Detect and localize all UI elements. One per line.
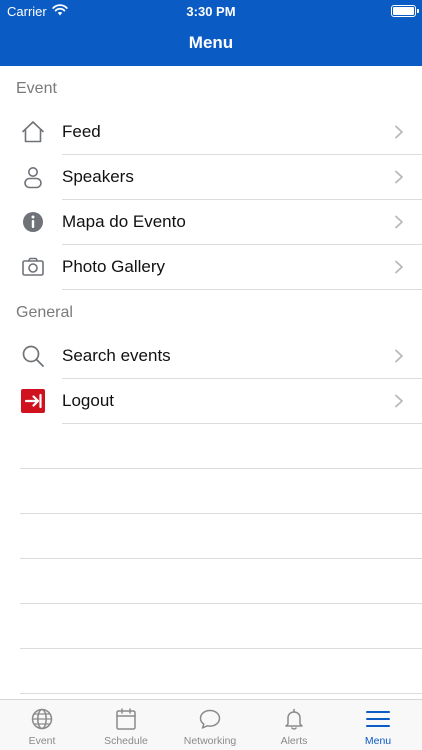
menu-item-label: Speakers: [62, 167, 134, 186]
info-icon: [23, 212, 43, 232]
tab-label: Alerts: [280, 735, 308, 747]
menu-item-search-events[interactable]: Search events: [0, 334, 422, 379]
empty-row-divider: [20, 603, 422, 604]
chevron-right-icon: [395, 394, 403, 408]
empty-row-divider: [20, 558, 422, 559]
menu-item-label: Photo Gallery: [62, 257, 165, 276]
menu-item-label: Feed: [62, 122, 101, 141]
tab-label: Menu: [364, 735, 392, 747]
page-title: Menu: [188, 33, 234, 52]
tab-menu[interactable]: Menu: [336, 700, 420, 750]
menu-item-label: Logout: [62, 391, 114, 410]
chevron-right-icon: [395, 125, 403, 139]
tab-networking[interactable]: Networking: [168, 700, 252, 750]
menu-item-logout[interactable]: Logout: [0, 379, 422, 424]
chevron-right-icon: [395, 349, 403, 363]
chevron-right-icon: [395, 260, 403, 274]
menu-item-mapa-do-evento[interactable]: Mapa do Evento: [0, 200, 422, 245]
section-header-event: Event: [16, 80, 57, 97]
tab-label: Networking: [183, 735, 237, 747]
globe-icon: [31, 708, 53, 730]
chevron-right-icon: [395, 215, 403, 229]
calendar-icon: [116, 708, 136, 730]
search-icon: [22, 345, 44, 367]
menu-item-speakers[interactable]: Speakers: [0, 155, 422, 200]
empty-row-divider: [20, 693, 422, 694]
logout-icon: [21, 389, 45, 413]
menu-item-photo-gallery[interactable]: Photo Gallery: [0, 245, 422, 290]
menu-item-label: Search events: [62, 346, 171, 365]
tab-label: Event: [28, 735, 56, 747]
status-time: 3:30 PM: [186, 4, 236, 19]
empty-row-divider: [20, 513, 422, 514]
nav-header: Carrier 3:30 PM Menu: [0, 0, 422, 66]
tab-schedule[interactable]: Schedule: [84, 700, 168, 750]
chat-bubble-icon: [199, 709, 221, 729]
tab-event[interactable]: Event: [0, 700, 84, 750]
person-icon: [24, 167, 42, 189]
home-icon: [22, 121, 44, 143]
bell-icon: [285, 708, 303, 730]
tab-bar: Event Schedule Networking Alerts Menu: [0, 699, 422, 750]
empty-row-divider: [20, 468, 422, 469]
section-header-general: General: [16, 304, 73, 321]
chevron-right-icon: [395, 170, 403, 184]
menu-item-label: Mapa do Evento: [62, 212, 186, 231]
menu-item-feed[interactable]: Feed: [0, 110, 422, 155]
empty-row-divider: [20, 648, 422, 649]
status-bar: Carrier 3:30 PM: [0, 0, 422, 22]
tab-label: Schedule: [104, 735, 148, 747]
tab-alerts[interactable]: Alerts: [252, 700, 336, 750]
battery-icon: [391, 5, 419, 17]
hamburger-menu-icon: [366, 711, 390, 727]
camera-icon: [22, 257, 44, 276]
